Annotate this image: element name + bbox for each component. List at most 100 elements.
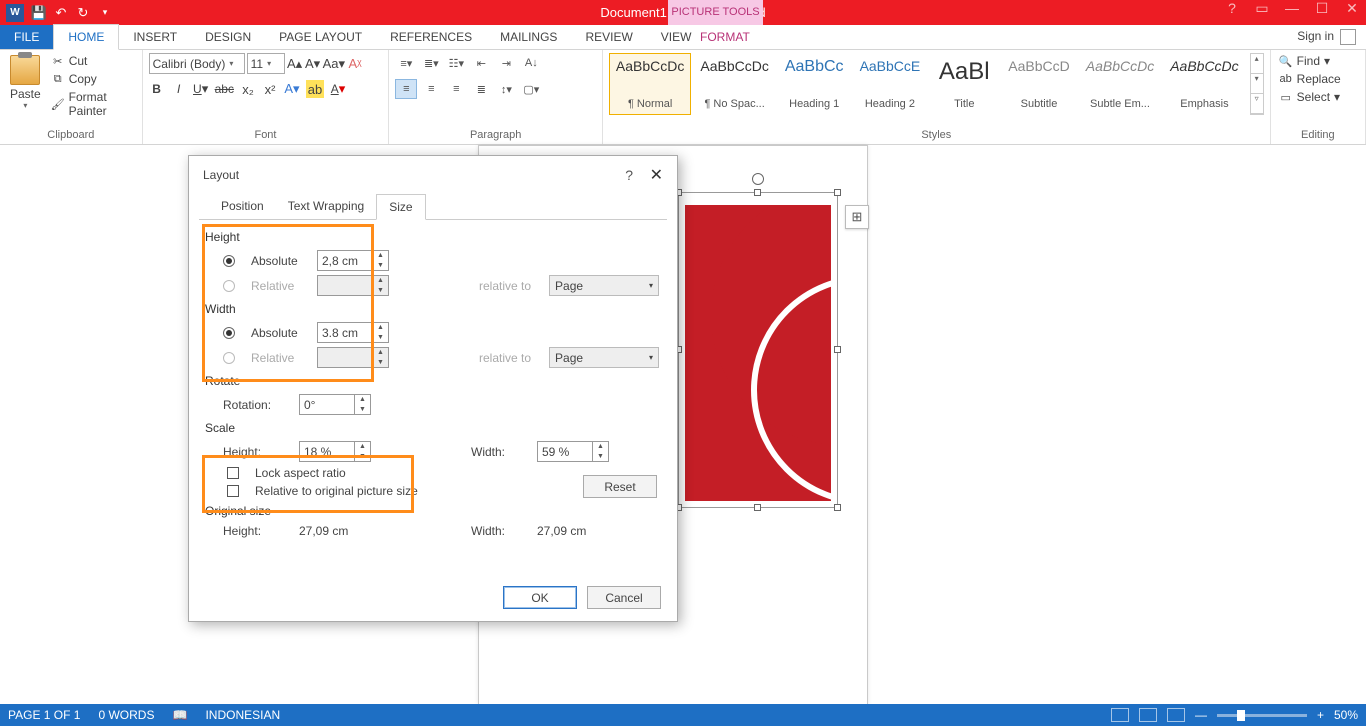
tab-home[interactable]: HOME xyxy=(53,24,119,50)
italic-button[interactable]: I xyxy=(171,80,187,98)
strikethrough-button[interactable]: abc xyxy=(215,80,234,98)
undo-icon[interactable]: ↶ xyxy=(50,2,72,24)
reset-button[interactable]: Reset xyxy=(583,475,657,498)
tab-format[interactable]: FORMAT xyxy=(686,25,764,49)
dialog-tab-position[interactable]: Position xyxy=(209,194,276,219)
help-icon[interactable]: ? xyxy=(1222,0,1242,17)
height-absolute-input[interactable]: ▲▼ xyxy=(317,250,389,271)
tab-mailings[interactable]: MAILINGS xyxy=(486,25,571,49)
read-mode-icon[interactable] xyxy=(1111,708,1129,722)
spellcheck-icon[interactable]: 📖 xyxy=(172,708,187,722)
change-case-icon[interactable]: Aa▾ xyxy=(323,55,345,73)
font-name-combo[interactable]: Calibri (Body)▾ xyxy=(149,53,245,74)
scale-height-input[interactable]: ▲▼ xyxy=(299,441,371,462)
width-absolute-radio[interactable] xyxy=(223,327,235,339)
height-absolute-radio[interactable] xyxy=(223,255,235,267)
style-heading2[interactable]: AaBbCcEHeading 2 xyxy=(853,53,928,115)
font-size-combo[interactable]: 11▾ xyxy=(247,53,285,74)
replace-button[interactable]: abReplace xyxy=(1277,71,1359,87)
tab-references[interactable]: REFERENCES xyxy=(376,25,486,49)
styles-gallery[interactable]: AaBbCcDc¶ Normal AaBbCcDc¶ No Spac... Aa… xyxy=(609,53,1264,115)
find-button[interactable]: 🔍Find ▾ xyxy=(1277,53,1359,69)
underline-button[interactable]: U▾ xyxy=(193,80,209,98)
web-layout-icon[interactable] xyxy=(1167,708,1185,722)
zoom-slider[interactable] xyxy=(1217,714,1307,717)
dialog-tab-text-wrapping[interactable]: Text Wrapping xyxy=(276,194,376,219)
justify-icon[interactable]: ≣ xyxy=(470,79,492,99)
save-icon[interactable]: 💾 xyxy=(28,2,50,24)
qat-more-icon[interactable]: ▾ xyxy=(94,2,116,24)
page-indicator[interactable]: PAGE 1 OF 1 xyxy=(8,708,80,722)
style-normal[interactable]: AaBbCcDc¶ Normal xyxy=(609,53,691,115)
cancel-button[interactable]: Cancel xyxy=(587,586,661,609)
increase-indent-icon[interactable]: ⇥ xyxy=(495,53,517,73)
style-heading1[interactable]: AaBbCcHeading 1 xyxy=(778,53,851,115)
align-left-icon[interactable]: ≡ xyxy=(395,79,417,99)
style-emphasis[interactable]: AaBbCcDcEmphasis xyxy=(1163,53,1245,115)
shrink-font-icon[interactable]: A▾ xyxy=(305,55,321,73)
layout-options-button[interactable]: ⊞ xyxy=(845,205,869,229)
redo-icon[interactable]: ↻ xyxy=(72,2,94,24)
highlight-icon[interactable]: ab xyxy=(306,80,324,98)
decrease-indent-icon[interactable]: ⇤ xyxy=(470,53,492,73)
align-center-icon[interactable]: ≡ xyxy=(420,79,442,99)
styles-scroll[interactable]: ▴▾▿ xyxy=(1250,53,1264,115)
tab-insert[interactable]: INSERT xyxy=(119,25,191,49)
width-relative-radio[interactable] xyxy=(223,352,235,364)
relative-original-checkbox[interactable] xyxy=(227,485,239,497)
language-indicator[interactable]: INDONESIAN xyxy=(205,708,280,722)
clear-formatting-icon[interactable]: Aᵡ xyxy=(347,55,363,73)
paste-button[interactable]: Paste ▾ xyxy=(6,53,45,112)
resize-handle[interactable] xyxy=(754,504,761,511)
sort-icon[interactable]: A↓ xyxy=(520,53,542,73)
style-no-spacing[interactable]: AaBbCcDc¶ No Spac... xyxy=(693,53,775,115)
text-effects-icon[interactable]: A▾ xyxy=(284,80,300,98)
style-subtle-emphasis[interactable]: AaBbCcDcSubtle Em... xyxy=(1079,53,1161,115)
resize-handle[interactable] xyxy=(834,504,841,511)
dialog-close-icon[interactable]: ✕ xyxy=(650,165,663,185)
sign-in[interactable]: Sign in xyxy=(1297,29,1356,45)
width-absolute-input[interactable]: ▲▼ xyxy=(317,322,389,343)
style-title[interactable]: AaBlTitle xyxy=(929,53,999,115)
bold-button[interactable]: B xyxy=(149,80,165,98)
dialog-help-icon[interactable]: ? xyxy=(625,167,633,183)
height-relative-radio[interactable] xyxy=(223,280,235,292)
subscript-button[interactable]: x₂ xyxy=(240,80,256,98)
resize-handle[interactable] xyxy=(834,189,841,196)
close-icon[interactable]: ✕ xyxy=(1342,0,1362,17)
grow-font-icon[interactable]: A▴ xyxy=(287,55,303,73)
tab-file[interactable]: FILE xyxy=(0,25,53,49)
font-color-icon[interactable]: A▾ xyxy=(330,80,346,98)
resize-handle[interactable] xyxy=(834,346,841,353)
print-layout-icon[interactable] xyxy=(1139,708,1157,722)
copy-button[interactable]: ⧉Copy xyxy=(49,71,136,87)
dialog-tab-size[interactable]: Size xyxy=(376,194,425,220)
zoom-in-icon[interactable]: + xyxy=(1317,708,1324,722)
rotate-handle[interactable] xyxy=(752,173,764,185)
bullets-icon[interactable]: ≡▾ xyxy=(395,53,417,73)
ok-button[interactable]: OK xyxy=(503,586,577,609)
select-button[interactable]: ▭Select ▾ xyxy=(1277,89,1359,105)
maximize-icon[interactable]: ☐ xyxy=(1312,0,1332,17)
cut-button[interactable]: ✂Cut xyxy=(49,53,136,69)
shading-icon[interactable]: ▢▾ xyxy=(520,79,542,99)
tab-design[interactable]: DESIGN xyxy=(191,25,265,49)
line-spacing-icon[interactable]: ↕▾ xyxy=(495,79,517,99)
resize-handle[interactable] xyxy=(754,189,761,196)
numbering-icon[interactable]: ≣▾ xyxy=(420,53,442,73)
format-painter-button[interactable]: 🖌Format Painter xyxy=(49,89,136,119)
zoom-out-icon[interactable]: — xyxy=(1195,708,1207,722)
align-right-icon[interactable]: ≡ xyxy=(445,79,467,99)
tab-review[interactable]: REVIEW xyxy=(571,25,646,49)
rotation-input[interactable]: ▲▼ xyxy=(299,394,371,415)
minimize-icon[interactable]: — xyxy=(1282,0,1302,17)
superscript-button[interactable]: x² xyxy=(262,80,278,98)
scale-width-input[interactable]: ▲▼ xyxy=(537,441,609,462)
style-subtitle[interactable]: AaBbCcDSubtitle xyxy=(1001,53,1076,115)
multilevel-icon[interactable]: ☷▾ xyxy=(445,53,467,73)
tab-page-layout[interactable]: PAGE LAYOUT xyxy=(265,25,376,49)
zoom-level[interactable]: 50% xyxy=(1334,708,1358,722)
lock-aspect-ratio-checkbox[interactable] xyxy=(227,467,239,479)
ribbon-options-icon[interactable]: ▭ xyxy=(1252,0,1272,17)
word-count[interactable]: 0 WORDS xyxy=(98,708,154,722)
